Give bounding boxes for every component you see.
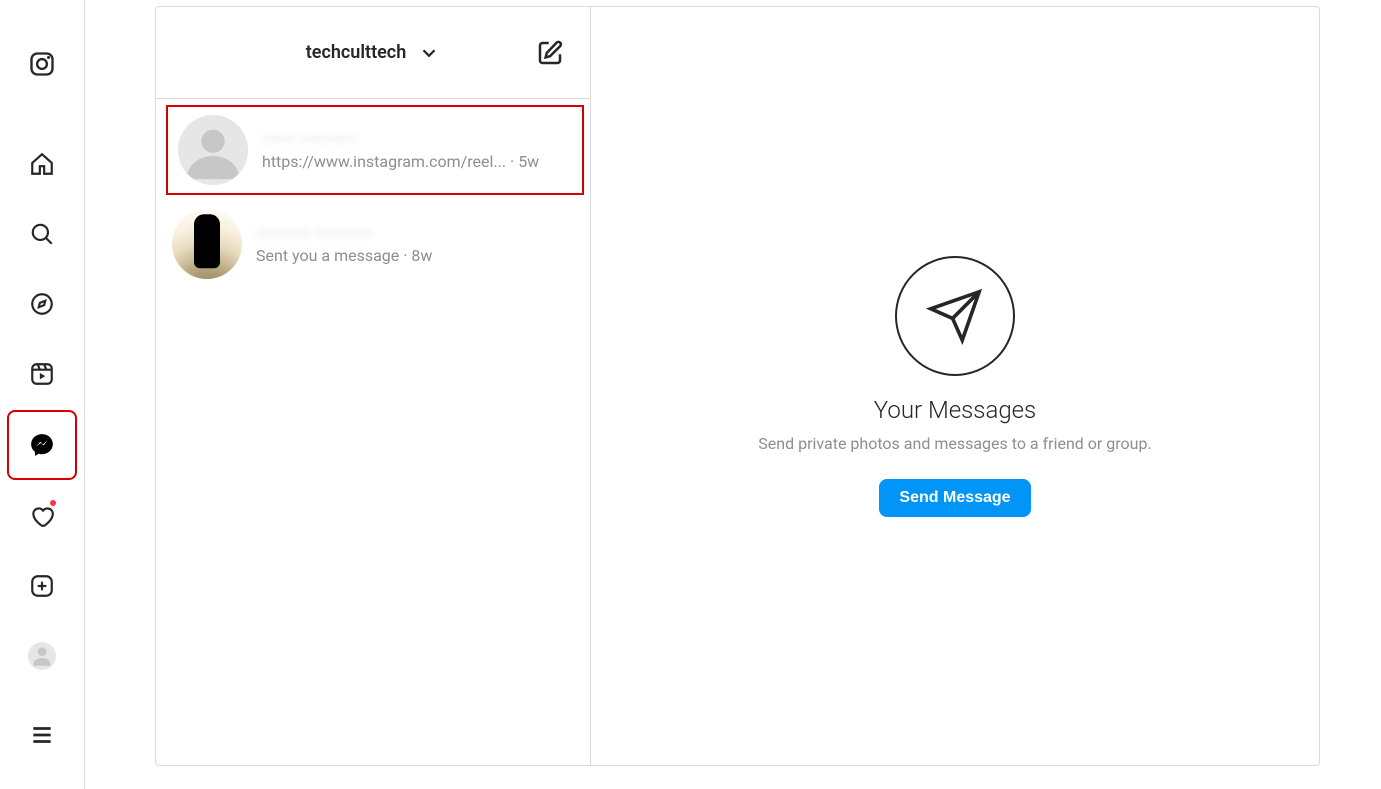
nav-create[interactable] bbox=[18, 562, 66, 610]
reels-icon bbox=[29, 361, 55, 387]
conversation-text: ––––– ––––– Sent you a message · 8w bbox=[256, 224, 574, 265]
nav-explore[interactable] bbox=[18, 280, 66, 328]
compose-button[interactable] bbox=[530, 33, 570, 73]
notification-dot bbox=[48, 498, 58, 508]
inbox-header: techculttech bbox=[156, 7, 590, 99]
conversation-preview: Sent you a message · 8w bbox=[256, 246, 574, 265]
avatar bbox=[178, 115, 248, 185]
conversation-preview: https://www.instagram.com/reel... · 5w bbox=[262, 152, 572, 171]
conversation-name: ––––– ––––– bbox=[256, 224, 574, 244]
nav-sidebar bbox=[0, 0, 85, 789]
nav-search[interactable] bbox=[18, 210, 66, 258]
conversation-name: ––– ––––– bbox=[262, 130, 572, 150]
instagram-logo[interactable] bbox=[18, 40, 66, 88]
create-icon bbox=[29, 573, 55, 599]
nav-more[interactable] bbox=[18, 711, 66, 759]
home-icon bbox=[29, 151, 55, 177]
compose-icon bbox=[535, 38, 565, 68]
profile-avatar-icon bbox=[28, 642, 56, 670]
hamburger-icon bbox=[29, 722, 55, 748]
chevron-down-icon bbox=[418, 42, 440, 64]
conversation-text: ––– ––––– https://www.instagram.com/reel… bbox=[262, 130, 572, 171]
empty-state-title: Your Messages bbox=[874, 396, 1036, 424]
instagram-icon bbox=[28, 50, 56, 78]
conversation-list: ––– ––––– https://www.instagram.com/reel… bbox=[156, 99, 590, 765]
nav-home[interactable] bbox=[18, 140, 66, 188]
account-username: techculttech bbox=[306, 42, 407, 63]
main-content: techculttech ––– ––––– https://www.insta… bbox=[85, 0, 1381, 789]
send-message-button[interactable]: Send Message bbox=[879, 479, 1030, 517]
message-empty-state: Your Messages Send private photos and me… bbox=[591, 7, 1319, 765]
empty-state-subtitle: Send private photos and messages to a fr… bbox=[758, 434, 1151, 453]
account-switcher[interactable]: techculttech bbox=[306, 42, 441, 64]
search-icon bbox=[29, 221, 55, 247]
messages-panel: techculttech ––– ––––– https://www.insta… bbox=[155, 6, 1320, 766]
nav-notifications[interactable] bbox=[18, 492, 66, 540]
nav-reels[interactable] bbox=[18, 350, 66, 398]
paper-plane-icon bbox=[926, 287, 984, 345]
send-circle bbox=[895, 256, 1015, 376]
conversation-item[interactable]: ––– ––––– https://www.instagram.com/reel… bbox=[166, 105, 584, 195]
compass-icon bbox=[29, 291, 55, 317]
conversation-column: techculttech ––– ––––– https://www.insta… bbox=[156, 7, 591, 765]
messenger-icon bbox=[29, 432, 55, 458]
avatar bbox=[172, 209, 242, 279]
nav-messages[interactable] bbox=[7, 410, 77, 480]
conversation-item[interactable]: ––––– ––––– Sent you a message · 8w bbox=[156, 199, 590, 289]
nav-profile[interactable] bbox=[18, 632, 66, 680]
